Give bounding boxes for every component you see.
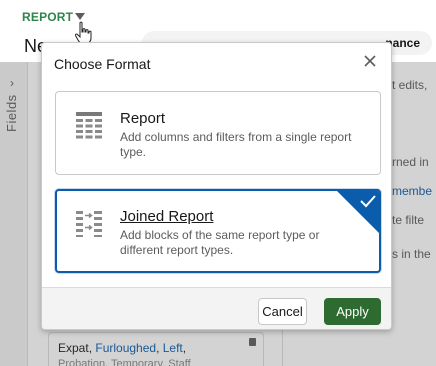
close-icon[interactable] bbox=[361, 52, 379, 70]
report-format-option[interactable]: Report Add columns and filters from a si… bbox=[55, 91, 381, 175]
joined-report-icon bbox=[76, 211, 102, 237]
caret-down-icon[interactable] bbox=[75, 13, 85, 20]
joined-report-format-option[interactable]: Joined Report Add blocks of the same rep… bbox=[55, 189, 381, 273]
modal-header: Choose Format bbox=[42, 43, 391, 83]
report-option-description: Add columns and filters from a single re… bbox=[120, 130, 352, 159]
apply-button[interactable]: Apply bbox=[324, 298, 381, 325]
joined-report-option-description: Add blocks of the same report type or di… bbox=[120, 228, 320, 257]
report-menu-label[interactable]: REPORT bbox=[22, 10, 73, 24]
report-option-title: Report bbox=[120, 110, 166, 127]
table-icon bbox=[76, 112, 102, 139]
modal-title: Choose Format bbox=[54, 56, 151, 72]
choose-format-modal: Choose Format Report Add columns and fil… bbox=[41, 42, 392, 330]
check-icon bbox=[360, 195, 376, 208]
joined-report-option-title: Joined Report bbox=[120, 208, 214, 225]
cancel-button[interactable]: Cancel bbox=[258, 298, 307, 325]
modal-footer: Cancel Apply bbox=[42, 287, 391, 329]
